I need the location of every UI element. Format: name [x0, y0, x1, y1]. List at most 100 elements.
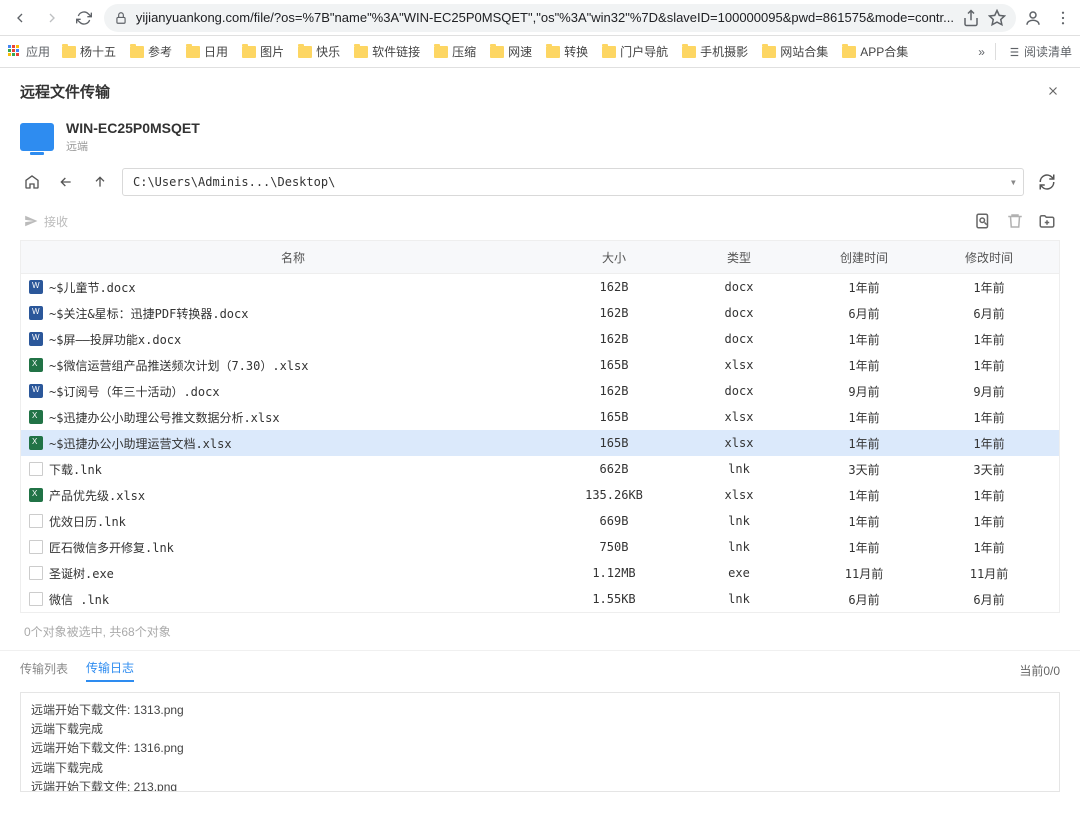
bookmark-item[interactable]: 软件链接	[348, 41, 426, 62]
file-modified: 1年前	[929, 435, 1059, 452]
bookmark-label: 转换	[564, 43, 588, 60]
reading-list-button[interactable]: 阅读清单	[995, 43, 1072, 60]
folder-icon	[434, 46, 448, 58]
file-name: 微信 .lnk	[49, 591, 109, 608]
bookmark-item[interactable]: 日用	[180, 41, 234, 62]
bookmark-item[interactable]: 图片	[236, 41, 290, 62]
address-bar[interactable]: yijianyuankong.com/file/?os=%7B"name"%3A…	[104, 4, 1016, 32]
file-type: docx	[679, 306, 799, 320]
bookmark-item[interactable]: 压缩	[428, 41, 482, 62]
folder-icon	[546, 46, 560, 58]
file-created: 6月前	[799, 591, 929, 608]
table-body: ~$儿童节.docx162Bdocx1年前1年前 ~$关注&星标：迅捷PDF转换器…	[20, 274, 1060, 613]
browser-toolbar: yijianyuankong.com/file/?os=%7B"name"%3A…	[0, 0, 1080, 36]
table-row[interactable]: ~$关注&星标：迅捷PDF转换器.docx162Bdocx6月前6月前	[21, 300, 1059, 326]
col-header-type[interactable]: 类型	[679, 249, 799, 266]
path-back-button[interactable]	[54, 170, 78, 194]
path-up-button[interactable]	[88, 170, 112, 194]
col-header-size[interactable]: 大小	[549, 249, 679, 266]
file-created: 6月前	[799, 305, 929, 322]
tab-transfer-list[interactable]: 传输列表	[20, 660, 68, 681]
file-size: 1.12MB	[549, 566, 679, 580]
bookmark-item[interactable]: 网速	[484, 41, 538, 62]
list-icon	[1006, 45, 1020, 59]
reading-list-label: 阅读清单	[1024, 43, 1072, 60]
folder-icon	[130, 46, 144, 58]
file-type-icon	[29, 540, 43, 554]
bookmark-item[interactable]: 网站合集	[756, 41, 834, 62]
nav-back-button[interactable]	[8, 6, 32, 30]
col-header-created[interactable]: 创建时间	[799, 249, 929, 266]
file-size: 162B	[549, 306, 679, 320]
file-created: 1年前	[799, 409, 929, 426]
table-row[interactable]: 微信 .lnk1.55KBlnk6月前6月前	[21, 586, 1059, 612]
file-modified: 1年前	[929, 331, 1059, 348]
table-row[interactable]: 优效日历.lnk669Blnk1年前1年前	[21, 508, 1059, 534]
file-modified: 6月前	[929, 305, 1059, 322]
status-text: 0个对象被选中, 共68个对象	[0, 613, 1080, 650]
apps-button[interactable]: 应用	[8, 43, 50, 60]
table-row[interactable]: ~$订阅号（年三十活动）.docx162Bdocx9月前9月前	[21, 378, 1059, 404]
file-size: 162B	[549, 280, 679, 294]
bookmark-item[interactable]: 参考	[124, 41, 178, 62]
file-type-icon	[29, 306, 43, 320]
computer-sub: 远端	[66, 138, 200, 154]
table-row[interactable]: 匠石微信多开修复.lnk750Blnk1年前1年前	[21, 534, 1059, 560]
table-row[interactable]: ~$微信运营组产品推送频次计划（7.30）.xlsx165Bxlsx1年前1年前	[21, 352, 1059, 378]
table-row[interactable]: ~$儿童节.docx162Bdocx1年前1年前	[21, 274, 1059, 300]
bookmark-label: APP合集	[860, 43, 908, 60]
file-created: 1年前	[799, 357, 929, 374]
col-header-modified[interactable]: 修改时间	[929, 249, 1059, 266]
file-type-icon	[29, 280, 43, 294]
table-row[interactable]: 产品优先级.xlsx135.26KBxlsx1年前1年前	[21, 482, 1059, 508]
file-type: docx	[679, 332, 799, 346]
profile-icon[interactable]	[1024, 9, 1042, 27]
tabs-counter: 当前0/0	[1019, 662, 1060, 679]
bookmark-item[interactable]: 手机摄影	[676, 41, 754, 62]
app-header: 远程文件传输	[0, 68, 1080, 114]
bookmark-label: 快乐	[316, 43, 340, 60]
file-modified: 9月前	[929, 383, 1059, 400]
file-type-icon	[29, 462, 43, 476]
new-folder-icon[interactable]	[1038, 212, 1056, 230]
file-created: 1年前	[799, 513, 929, 530]
bookmark-item[interactable]: 转换	[540, 41, 594, 62]
col-header-name[interactable]: 名称	[21, 249, 549, 266]
bookmark-item[interactable]: 门户导航	[596, 41, 674, 62]
receive-button[interactable]: 接收	[24, 213, 68, 230]
tab-transfer-log[interactable]: 传输日志	[86, 659, 134, 682]
table-row[interactable]: 圣诞树.exe1.12MBexe11月前11月前	[21, 560, 1059, 586]
bookmark-label: 杨十五	[80, 43, 116, 60]
close-button[interactable]	[1046, 84, 1060, 98]
table-row[interactable]: ~$迅捷办公小助理运营文档.xlsx165Bxlsx1年前1年前	[21, 430, 1059, 456]
menu-icon[interactable]	[1054, 9, 1072, 27]
url-text: yijianyuankong.com/file/?os=%7B"name"%3A…	[136, 10, 954, 25]
nav-reload-button[interactable]	[72, 6, 96, 30]
file-type-icon	[29, 384, 43, 398]
bookmark-item[interactable]: APP合集	[836, 41, 914, 62]
table-row[interactable]: 下载.lnk662Blnk3天前3天前	[21, 456, 1059, 482]
home-button[interactable]	[20, 170, 44, 194]
table-header: 名称 大小 类型 创建时间 修改时间	[20, 240, 1060, 274]
file-created: 1年前	[799, 435, 929, 452]
share-icon[interactable]	[962, 9, 980, 27]
file-type: docx	[679, 280, 799, 294]
chevron-down-icon[interactable]: ▾	[1010, 175, 1017, 189]
file-name: ~$迅捷办公小助理公号推文数据分析.xlsx	[49, 409, 280, 426]
file-type: exe	[679, 566, 799, 580]
receive-label: 接收	[44, 213, 68, 230]
nav-forward-button[interactable]	[40, 6, 64, 30]
table-row[interactable]: ~$屏——投屏功能x.docx162Bdocx1年前1年前	[21, 326, 1059, 352]
refresh-button[interactable]	[1034, 169, 1060, 195]
table-row[interactable]: ~$迅捷办公小助理公号推文数据分析.xlsx165Bxlsx1年前1年前	[21, 404, 1059, 430]
bookmark-item[interactable]: 快乐	[292, 41, 346, 62]
bookmarks-overflow[interactable]: »	[978, 45, 985, 59]
bookmark-label: 门户导航	[620, 43, 668, 60]
delete-icon[interactable]	[1006, 212, 1024, 230]
file-name: ~$关注&星标：迅捷PDF转换器.docx	[49, 305, 248, 322]
path-input[interactable]: C:\Users\Adminis...\Desktop\ ▾	[122, 168, 1024, 196]
bookmark-item[interactable]: 杨十五	[56, 41, 122, 62]
search-file-icon[interactable]	[974, 212, 992, 230]
star-icon[interactable]	[988, 9, 1006, 27]
file-modified: 1年前	[929, 539, 1059, 556]
